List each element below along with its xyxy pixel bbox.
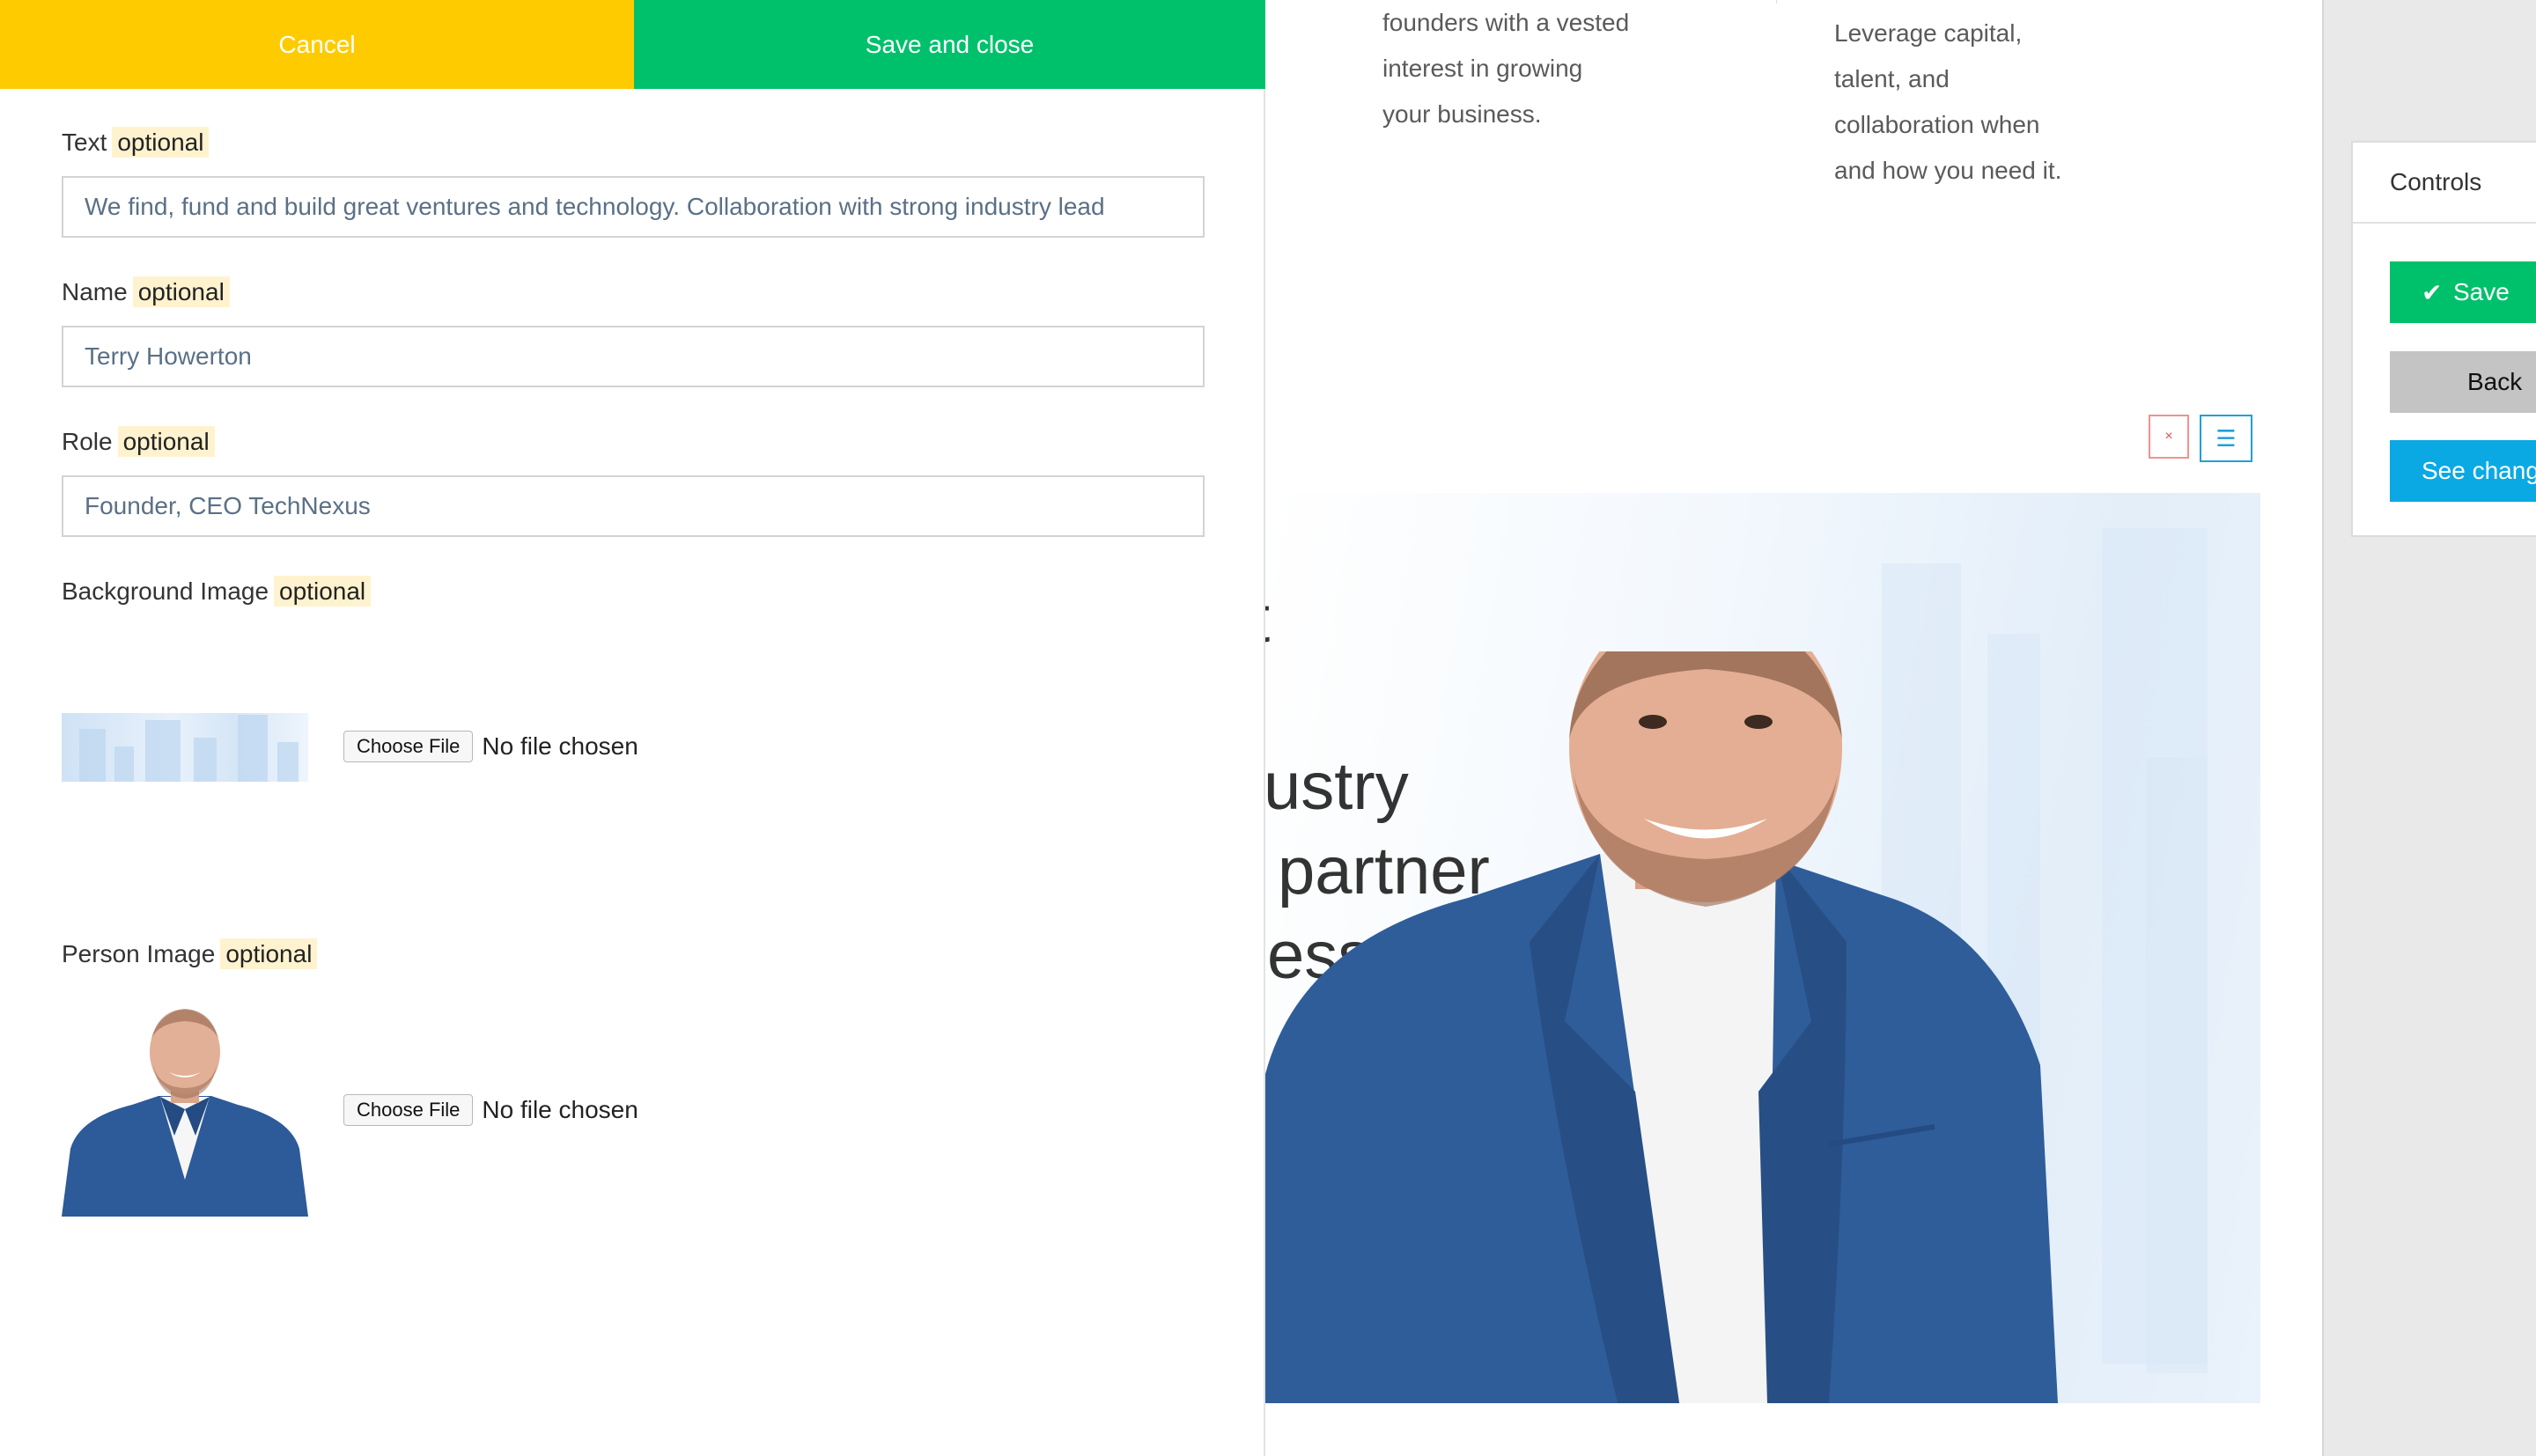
block-controls: × ☰	[2149, 415, 2252, 462]
controls-panel: Controls ✔ Save Back See chang	[2351, 141, 2536, 537]
role-field-label: Role optional	[62, 426, 215, 457]
choose-file-button[interactable]: Choose File	[343, 731, 474, 762]
file-status: No file chosen	[482, 732, 638, 760]
optional-tag: optional	[112, 127, 210, 158]
page-preview: founders with a vested interest in growi…	[1265, 0, 2322, 1456]
person-image-field-label: Person Image optional	[62, 938, 318, 969]
text-field-label: Text optional	[62, 127, 210, 158]
column-divider	[1776, 0, 1777, 4]
close-icon: ×	[2164, 429, 2173, 444]
save-button[interactable]: ✔ Save	[2390, 261, 2536, 323]
file-status: No file chosen	[482, 1096, 638, 1123]
background-image-file-picker: Choose File No file chosen	[343, 731, 638, 762]
name-input[interactable]	[62, 326, 1205, 387]
remove-block-button[interactable]: ×	[2149, 415, 2189, 459]
text-label: Text	[62, 129, 107, 156]
person-thumbnail-graphic	[62, 1009, 308, 1217]
save-and-close-button[interactable]: Save and close	[634, 0, 1265, 89]
controls-title: Controls	[2353, 143, 2536, 224]
optional-tag: optional	[117, 426, 215, 457]
see-changes-button[interactable]: See chang	[2390, 440, 2536, 502]
menu-icon: ☰	[2215, 424, 2237, 452]
move-block-button[interactable]: ☰	[2200, 415, 2252, 462]
optional-tag: optional	[132, 276, 230, 307]
testimonial-person-image	[1265, 651, 2058, 1403]
text-input[interactable]	[62, 176, 1205, 238]
preview-text-line: founders with a vested	[1382, 9, 1630, 36]
name-label: Name	[62, 278, 128, 305]
block-edit-panel: Cancel Save and close Textoptional Nameo…	[0, 0, 1265, 1456]
preview-text-line: Leverage capital,	[1834, 19, 2023, 47]
person-image-file-picker: Choose File No file chosen	[343, 1094, 638, 1126]
background-image-label: Background Image	[62, 577, 269, 605]
role-label: Role	[62, 428, 113, 455]
background-image-field-label: Background Image optional	[62, 576, 372, 607]
preview-text-line: your business.	[1382, 100, 1542, 128]
preview-feature-text-left: founders with a vested interest in growi…	[1382, 0, 1629, 137]
back-button[interactable]: Back	[2390, 351, 2536, 413]
save-label: Save	[2453, 278, 2510, 305]
name-field-label: Name optional	[62, 276, 230, 307]
role-input[interactable]	[62, 475, 1205, 537]
preview-text-line: and how you need it.	[1834, 157, 2062, 184]
action-bar: Cancel Save and close	[0, 0, 1265, 89]
check-icon: ✔	[2422, 278, 2443, 306]
person-image-thumbnail	[62, 1004, 308, 1217]
preview-text-line: collaboration when	[1834, 111, 2040, 138]
quote-fragment: t	[1265, 581, 1270, 658]
preview-feature-text-right: Leverage capital, talent, and collaborat…	[1834, 11, 2061, 194]
optional-tag: optional	[220, 938, 318, 969]
person-image-label: Person Image	[62, 940, 216, 967]
cancel-button[interactable]: Cancel	[0, 0, 634, 89]
optional-tag: optional	[274, 576, 372, 607]
background-image-thumbnail	[62, 713, 308, 782]
choose-file-button[interactable]: Choose File	[343, 1094, 474, 1126]
preview-text-line: interest in growing	[1382, 55, 1583, 82]
preview-text-line: talent, and	[1834, 65, 1950, 92]
